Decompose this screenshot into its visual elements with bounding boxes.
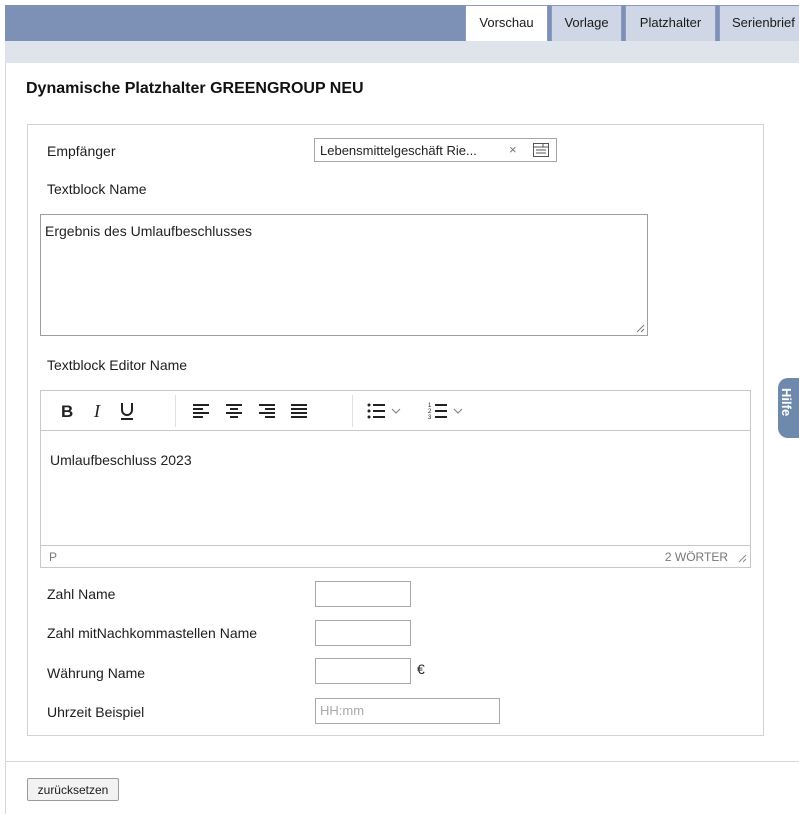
waehrung-label: Währung Name xyxy=(47,665,146,681)
waehrung-input[interactable] xyxy=(315,658,411,684)
tab-vorschau[interactable]: Vorschau xyxy=(465,5,548,42)
tab-vorlage[interactable]: Vorlage xyxy=(551,5,622,41)
toolbar-separator xyxy=(175,395,176,427)
align-left-icon[interactable] xyxy=(189,399,213,423)
numbered-list-icon[interactable]: 123 xyxy=(427,399,467,423)
zahl-label: Zahl Name xyxy=(47,586,116,602)
zahl-input[interactable] xyxy=(315,581,411,607)
uhrzeit-placeholder: HH:mm xyxy=(320,703,365,718)
uhrzeit-label: Uhrzeit Beispiel xyxy=(47,704,145,720)
rich-text-editor[interactable]: B I 123 Umlaufbeschluss 2023 P 2 WÖRTER xyxy=(40,390,751,568)
bullet-list-icon[interactable] xyxy=(365,399,405,423)
page-title: Dynamische Platzhalter GREENGROUP NEU xyxy=(26,80,364,97)
textblock-value: Ergebnis des Umlaufbeschlusses xyxy=(45,223,252,239)
svg-text:B: B xyxy=(61,402,73,421)
italic-icon[interactable]: I xyxy=(87,399,111,423)
editor-toolbar: B I 123 xyxy=(41,391,750,431)
uhrzeit-input[interactable]: HH:mm xyxy=(315,698,500,724)
tab-platzhalter[interactable]: Platzhalter xyxy=(625,5,716,41)
word-count: 2 WÖRTER xyxy=(664,550,728,564)
align-justify-icon[interactable] xyxy=(287,399,311,423)
clear-icon[interactable]: × xyxy=(509,142,517,157)
svg-text:I: I xyxy=(93,401,101,421)
svg-text:3: 3 xyxy=(428,415,432,421)
empfaenger-value: Lebensmittelgeschäft Rie... xyxy=(320,143,477,158)
zahl-nachkomma-label: Zahl mitNachkommastellen Name xyxy=(47,625,258,641)
help-side-tab[interactable]: Hilfe xyxy=(778,378,799,438)
align-right-icon[interactable] xyxy=(255,399,279,423)
zahl-nachkomma-input[interactable] xyxy=(315,620,411,646)
help-tab-label: Hilfe xyxy=(779,388,794,417)
editor-label: Textblock Editor Name xyxy=(47,357,188,373)
editor-statusbar: P 2 WÖRTER xyxy=(41,545,750,567)
editor-content[interactable]: Umlaufbeschluss 2023 xyxy=(50,452,192,468)
picker-list-icon[interactable] xyxy=(532,142,550,158)
reset-button[interactable]: zurücksetzen xyxy=(27,778,119,801)
textblock-label: Textblock Name xyxy=(47,181,147,197)
resize-grip-icon[interactable] xyxy=(737,553,747,563)
underline-icon[interactable] xyxy=(115,399,139,423)
element-path[interactable]: P xyxy=(49,550,57,564)
sub-header-band xyxy=(5,41,799,63)
divider xyxy=(5,761,799,762)
currency-symbol: € xyxy=(417,661,425,677)
bold-icon[interactable]: B xyxy=(55,399,79,423)
textblock-textarea[interactable]: Ergebnis des Umlaufbeschlusses xyxy=(40,214,648,336)
empfaenger-select[interactable]: Lebensmittelgeschäft Rie... × xyxy=(314,138,557,162)
align-center-icon[interactable] xyxy=(222,399,246,423)
empfaenger-label: Empfänger xyxy=(47,143,116,159)
resize-grip-icon[interactable] xyxy=(635,323,645,333)
toolbar-separator xyxy=(352,395,353,427)
tab-serienbrief[interactable]: Serienbrief xyxy=(719,5,799,41)
